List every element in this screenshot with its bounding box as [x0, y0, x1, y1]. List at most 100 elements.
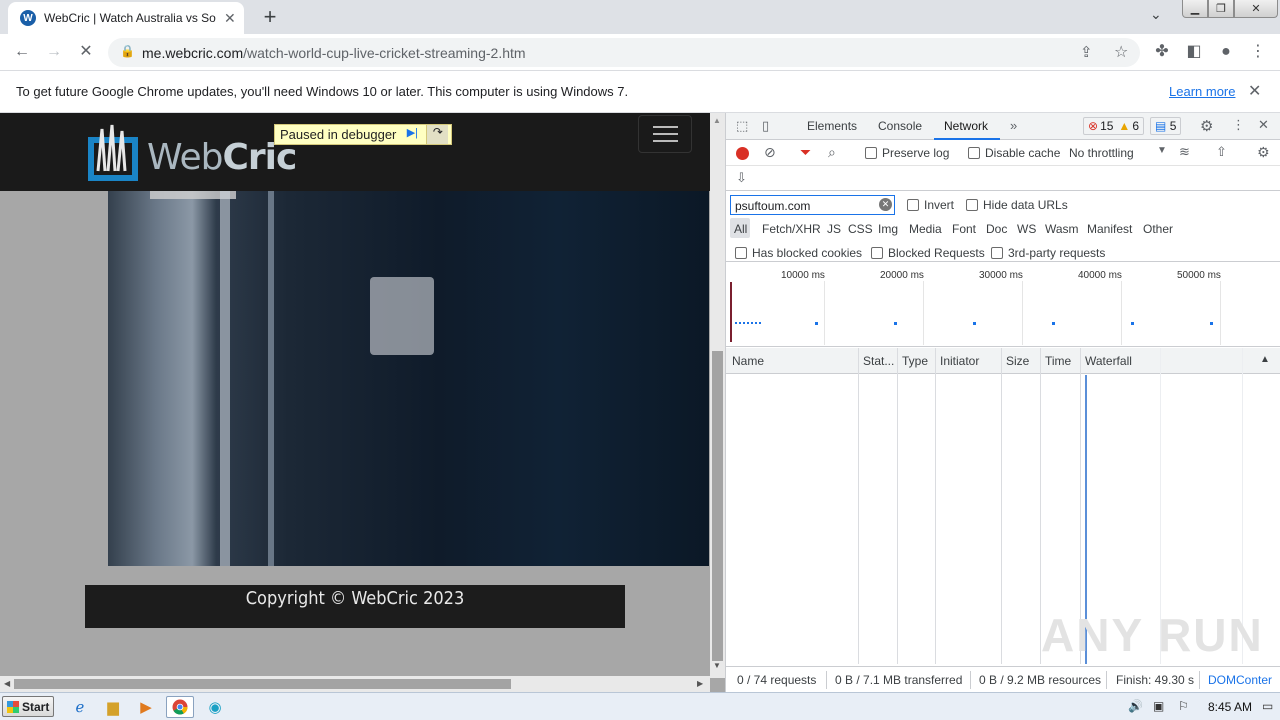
type-filter-doc[interactable]: Doc	[986, 222, 1007, 236]
column-time[interactable]: Time	[1045, 354, 1071, 368]
blocked-requests-checkbox[interactable]	[871, 247, 883, 259]
devtools-menu-icon[interactable]: ⋮	[1232, 117, 1245, 133]
chrome-menu-icon[interactable]: ⋮	[1248, 42, 1268, 62]
tab-search-chevron-icon[interactable]: ⌄	[1150, 6, 1162, 23]
column-status[interactable]: Stat...	[863, 354, 894, 368]
more-tabs-chevron-icon[interactable]: »	[1010, 118, 1017, 133]
inspect-element-icon[interactable]: ⬚	[736, 118, 748, 134]
type-filter-ws[interactable]: WS	[1017, 222, 1036, 236]
vertical-scrollbar[interactable]: ▲ ▼	[710, 113, 725, 678]
export-har-icon[interactable]: ⇩	[736, 170, 747, 186]
network-settings-gear-icon[interactable]: ⚙	[1257, 144, 1270, 161]
step-over-icon[interactable]: ↷	[426, 125, 449, 144]
webcric-logo-icon[interactable]	[88, 123, 138, 181]
settings-gear-icon[interactable]: ⚙	[1200, 117, 1213, 135]
overview-gridline	[1121, 281, 1122, 345]
clear-icon[interactable]: ⊘	[764, 144, 776, 161]
share-icon[interactable]: ⇪	[1080, 43, 1093, 61]
site-header: WebCric Paused in debugger ▶| ↷	[0, 113, 710, 191]
media-player-icon[interactable]: ▶	[132, 696, 160, 718]
disable-cache-checkbox[interactable]	[968, 147, 980, 159]
device-toolbar-icon[interactable]: ▯	[762, 118, 769, 134]
start-button[interactable]: Start	[2, 696, 54, 717]
back-arrow-icon[interactable]: ←	[12, 42, 32, 62]
close-devtools-icon[interactable]: ✕	[1258, 117, 1269, 133]
overview-gridline	[923, 281, 924, 345]
issues-counter[interactable]: ⊗ 15 ▲ 6	[1083, 117, 1144, 135]
type-filter-js[interactable]: JS	[827, 222, 841, 236]
preserve-log-checkbox[interactable]	[865, 147, 877, 159]
address-bar[interactable]: 🔒 me.webcric.com/watch-world-cup-live-cr…	[108, 38, 1140, 67]
scroll-left-icon[interactable]: ◀	[4, 679, 10, 688]
tab-elements[interactable]: Elements	[807, 119, 857, 133]
file-explorer-icon[interactable]: ▆	[99, 696, 127, 718]
resume-execution-icon[interactable]: ▶|	[402, 126, 422, 143]
overview-request-mark	[973, 322, 976, 325]
third-party-requests-checkbox[interactable]	[991, 247, 1003, 259]
horizontal-scrollbar-thumb[interactable]	[14, 679, 511, 689]
vertical-scrollbar-thumb[interactable]	[712, 351, 723, 661]
scroll-right-icon[interactable]: ▶	[697, 679, 703, 688]
browser-tab[interactable]: W WebCric | Watch Australia vs South ✕	[8, 2, 244, 34]
hamburger-menu-button[interactable]	[638, 115, 692, 153]
type-filter-manifest[interactable]: Manifest	[1087, 222, 1132, 236]
close-window-button[interactable]: ✕	[1234, 0, 1278, 18]
bookmark-star-icon[interactable]: ☆	[1114, 42, 1128, 62]
type-filter-wasm[interactable]: Wasm	[1045, 222, 1079, 236]
edge-icon[interactable]: ◉	[201, 696, 229, 718]
restore-window-button[interactable]: ❐	[1208, 0, 1234, 18]
tab-network[interactable]: Network	[944, 119, 988, 133]
clear-filter-icon[interactable]: ✕	[879, 198, 892, 211]
minimize-window-button[interactable]: ▁	[1182, 0, 1208, 18]
type-filter-img[interactable]: Img	[878, 222, 898, 236]
video-player[interactable]	[108, 191, 709, 566]
profile-avatar-icon[interactable]: ●	[1216, 42, 1236, 62]
lock-icon[interactable]: 🔒	[120, 44, 135, 58]
hide-data-urls-checkbox[interactable]	[966, 199, 978, 211]
throttling-dropdown-icon[interactable]: ▼	[1157, 145, 1167, 156]
column-size[interactable]: Size	[1006, 354, 1029, 368]
close-infobar-icon[interactable]: ✕	[1248, 81, 1261, 101]
tab-console[interactable]: Console	[878, 119, 922, 133]
has-blocked-cookies-checkbox[interactable]	[735, 247, 747, 259]
type-filter-font[interactable]: Font	[952, 222, 976, 236]
record-icon[interactable]	[736, 147, 749, 160]
filter-input[interactable]: psuftoum.com	[730, 195, 895, 215]
side-panel-icon[interactable]: ◧	[1184, 42, 1204, 62]
close-tab-icon[interactable]: ✕	[224, 10, 236, 27]
internet-explorer-icon[interactable]: ℯ	[66, 696, 94, 718]
chrome-icon[interactable]	[166, 696, 194, 718]
network-overview-timeline[interactable]: 10000 ms 20000 ms 30000 ms 40000 ms 5000…	[726, 264, 1280, 347]
type-filter-other[interactable]: Other	[1143, 222, 1173, 236]
throttling-select[interactable]: No throttling	[1069, 146, 1134, 160]
extensions-puzzle-icon[interactable]: ✤	[1152, 42, 1172, 62]
new-tab-button[interactable]: +	[258, 4, 282, 30]
type-filter-media[interactable]: Media	[909, 222, 942, 236]
messages-counter[interactable]: ▤ 5	[1150, 117, 1182, 135]
scroll-up-icon[interactable]: ▲	[713, 116, 721, 125]
network-tray-icon[interactable]: ▣	[1153, 699, 1164, 713]
volume-icon[interactable]: 🔊	[1128, 699, 1143, 713]
column-type[interactable]: Type	[902, 354, 928, 368]
requests-table-header: Name Stat... Type Initiator Size Time Wa…	[726, 348, 1280, 374]
invert-checkbox[interactable]	[907, 199, 919, 211]
column-waterfall[interactable]: Waterfall	[1085, 354, 1132, 368]
horizontal-scrollbar[interactable]: ◀ ▶	[0, 676, 710, 692]
sort-ascending-icon[interactable]: ▲	[1260, 354, 1270, 365]
type-filter-all[interactable]: All	[734, 222, 747, 236]
type-filter-css[interactable]: CSS	[848, 222, 873, 236]
learn-more-link[interactable]: Learn more	[1169, 84, 1235, 99]
network-conditions-icon[interactable]: ≋	[1179, 144, 1190, 160]
type-filter-fetch-xhr[interactable]: Fetch/XHR	[762, 222, 821, 236]
scroll-down-icon[interactable]: ▼	[713, 661, 721, 670]
clock[interactable]: 8:45 AM	[1208, 700, 1252, 714]
column-name[interactable]: Name	[732, 354, 764, 368]
action-center-flag-icon[interactable]: ⚐	[1178, 699, 1189, 713]
show-desktop-icon[interactable]: ▭	[1262, 699, 1273, 713]
forward-arrow-icon[interactable]: →	[44, 42, 64, 62]
import-har-icon[interactable]: ⇧	[1216, 144, 1227, 160]
stop-loading-icon[interactable]: ✕	[76, 42, 96, 62]
column-initiator[interactable]: Initiator	[940, 354, 979, 368]
filter-funnel-icon[interactable]: ⏷	[800, 144, 811, 161]
search-icon[interactable]: ⌕	[828, 144, 836, 161]
